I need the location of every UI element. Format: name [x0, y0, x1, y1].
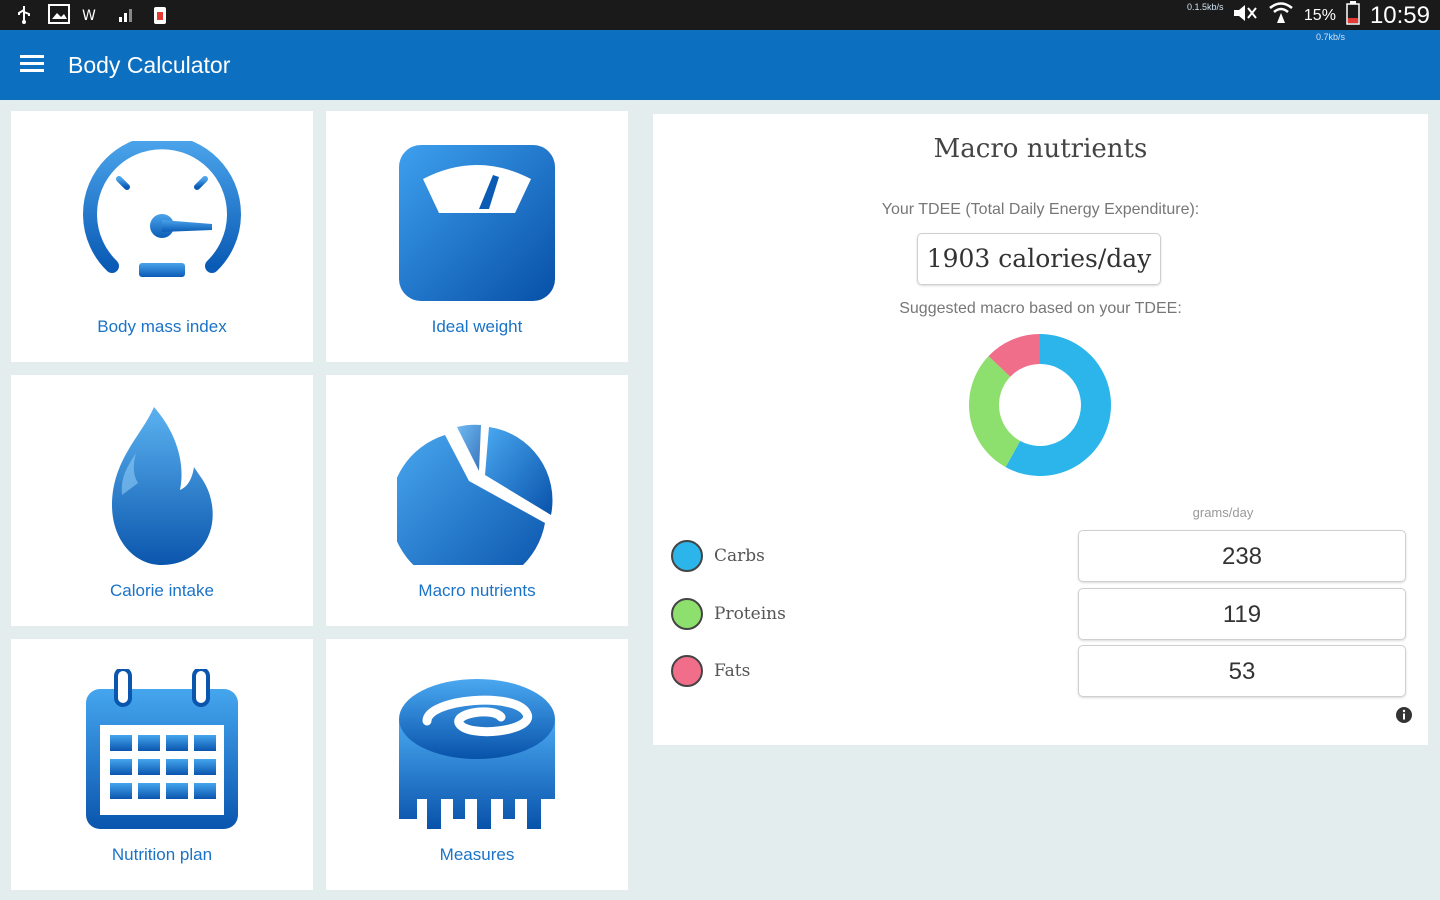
tile-ideal-weight[interactable]: Ideal weight — [326, 111, 628, 362]
status-icons-left: W — [14, 4, 170, 24]
proteins-value: 119 — [1078, 588, 1406, 640]
tile-macro-nutrients[interactable]: Macro nutrients — [326, 375, 628, 626]
wifi-icon: W — [82, 4, 102, 24]
tile-label: Ideal weight — [431, 317, 523, 336]
tile-label: Calorie intake — [110, 581, 214, 600]
tile-label: Macro nutrients — [418, 581, 536, 600]
svg-text:W: W — [82, 8, 96, 24]
measuring-tape-icon — [397, 669, 557, 829]
suggested-macro-label: Suggested macro based on your TDEE: — [899, 300, 1182, 317]
macro-name: Fats — [714, 661, 751, 681]
macro-nutrients-panel: Macro nutrients Your TDEE (Total Daily E… — [653, 114, 1428, 745]
macro-donut-chart — [969, 334, 1111, 476]
macro-name: Carbs — [714, 546, 765, 566]
macro-row-carbs: Carbs 238 — [671, 530, 1411, 582]
macro-name: Proteins — [714, 604, 786, 624]
tile-measures[interactable]: Measures — [326, 639, 628, 890]
tile-label: Nutrition plan — [111, 845, 213, 864]
tile-label: Measures — [439, 845, 515, 864]
fats-color-dot — [671, 655, 703, 687]
netspeed-right: 0.7kb/s — [1316, 32, 1346, 42]
gallery-icon — [48, 4, 70, 24]
tdee-value: 1903 calories/day — [917, 233, 1161, 285]
info-icon[interactable] — [1395, 706, 1413, 724]
mute-icon — [1232, 2, 1258, 29]
scale-icon — [397, 141, 557, 301]
fats-value: 53 — [1078, 645, 1406, 697]
battery-percent: 15% — [1303, 6, 1336, 24]
carbs-value: 238 — [1078, 530, 1406, 582]
tile-calorie-intake[interactable]: Calorie intake — [11, 375, 313, 626]
status-icons-right: 15% 10:59 — [1232, 1, 1430, 30]
tile-body-mass-index[interactable]: Body mass index — [11, 111, 313, 362]
pie-chart-icon — [390, 405, 557, 588]
status-bar: W 0.1.5kb/s 15% 10:59 — [0, 0, 1440, 30]
units-label: grams/day — [1192, 505, 1254, 520]
netspeed-left: 0.1.5kb/s — [1187, 2, 1224, 12]
signal-icon — [116, 4, 136, 24]
wifi-signal-icon — [1268, 1, 1294, 30]
macro-row-proteins: Proteins 119 — [671, 588, 1411, 640]
macro-row-fats: Fats 53 — [671, 645, 1411, 697]
battery-icon — [1346, 1, 1360, 30]
calendar-icon — [82, 667, 242, 829]
clock: 10:59 — [1369, 1, 1430, 29]
usb-icon — [14, 4, 34, 24]
tile-nutrition-plan[interactable]: Nutrition plan — [11, 639, 313, 890]
carbs-color-dot — [671, 540, 703, 572]
panel-title: Macro nutrients — [933, 134, 1148, 164]
flame-icon — [82, 405, 242, 565]
menu-icon[interactable] — [20, 55, 44, 73]
tdee-label: Your TDEE (Total Daily Energy Expenditur… — [881, 201, 1200, 218]
tile-label: Body mass index — [97, 317, 227, 336]
app-title: Body Calculator — [68, 52, 231, 78]
proteins-color-dot — [671, 598, 703, 630]
notification-icon — [150, 4, 170, 24]
speedometer-icon — [82, 135, 242, 301]
app-bar: Body Calculator 0.7kb/s — [0, 30, 1440, 100]
